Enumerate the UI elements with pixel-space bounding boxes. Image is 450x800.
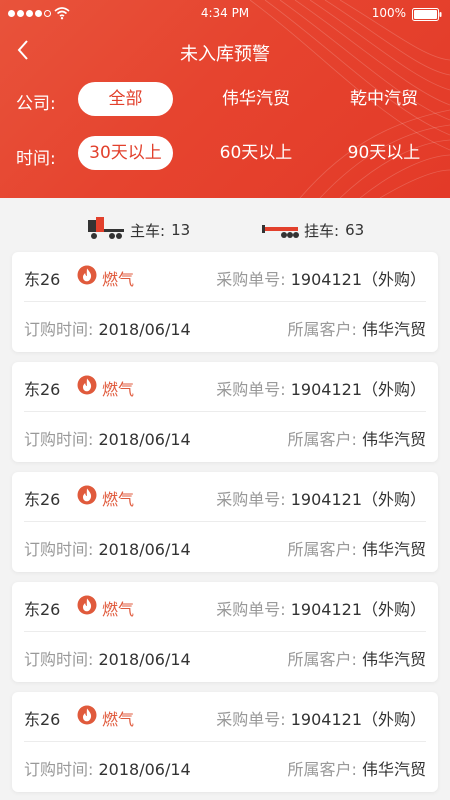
order-number: 1904121（外购） [290,270,426,289]
card-detail-row: 订购时间: 2018/06/14 所属客户: 伟华汽贸 [12,302,438,352]
warning-card[interactable]: 东26 燃气 采购单号: 1904121（外购） 订购时间: 2018/06/1… [12,582,438,682]
customer-label: 所属客户: [287,320,357,339]
order-number: 1904121（外购） [290,710,426,729]
flame-icon [77,265,97,285]
fuel-type: 燃气 [102,710,135,729]
fuel-type: 燃气 [102,600,135,619]
customer-info: 所属客户: 伟华汽贸 [287,316,426,340]
order-date-info: 订购时间: 2018/06/14 [24,426,191,450]
card-header-row: 东26 燃气 采购单号: 1904121（外购） [24,362,426,412]
company-option-all[interactable]: 全部 [78,82,173,116]
card-detail-row: 订购时间: 2018/06/14 所属客户: 伟华汽贸 [12,742,438,792]
order-info: 采购单号: 1904121（外购） [216,266,426,290]
card-header-row: 东26 燃气 采购单号: 1904121（外购） [24,692,426,742]
order-date-label: 订购时间: [24,540,94,559]
order-number: 1904121（外购） [290,380,426,399]
warning-card[interactable]: 东26 燃气 采购单号: 1904121（外购） 订购时间: 2018/06/1… [12,692,438,792]
vehicle-stats: 主车: 13 挂车: 63 [0,215,450,249]
customer-info: 所属客户: 伟华汽贸 [287,536,426,560]
order-label: 采购单号: [216,710,286,729]
page-title: 未入库预警 [180,44,270,65]
card-header-row: 东26 燃气 采购单号: 1904121（外购） [24,472,426,522]
company-filter-label: 公司: [16,94,56,114]
flame-icon [77,485,97,505]
order-date-label: 订购时间: [24,650,94,669]
customer-name: 伟华汽贸 [361,760,426,779]
order-info: 采购单号: 1904121（外购） [216,596,426,620]
main-truck-count: 13 [171,221,191,239]
company-option-weihua[interactable]: 伟华汽贸 [208,82,304,116]
trailer-label: 挂车: [304,221,340,240]
order-label: 采购单号: [216,270,286,289]
flame-icon [77,375,97,395]
truck-icon [88,217,124,239]
main-truck-label: 主车: [130,221,166,240]
flame-icon [77,705,97,725]
order-date-info: 订购时间: 2018/06/14 [24,316,191,340]
customer-name: 伟华汽贸 [361,320,426,339]
customer-label: 所属客户: [287,540,357,559]
order-info: 采购单号: 1904121（外购） [216,486,426,510]
time-option-90-days[interactable]: 90天以上 [336,136,432,170]
order-date-label: 订购时间: [24,430,94,449]
card-detail-row: 订购时间: 2018/06/14 所属客户: 伟华汽贸 [12,522,438,572]
main-truck-stat: 主车: 13 [86,217,190,243]
order-date-info: 订购时间: 2018/06/14 [24,756,191,780]
order-date: 2018/06/14 [98,540,191,559]
fuel-type: 燃气 [102,490,135,509]
order-label: 采购单号: [216,380,286,399]
time-filter-label: 时间: [16,149,56,169]
warning-card[interactable]: 东26 燃气 采购单号: 1904121（外购） 订购时间: 2018/06/1… [12,362,438,462]
company-option-qianzhong[interactable]: 乾中汽贸 [336,82,432,116]
order-date-label: 订购时间: [24,320,94,339]
order-date: 2018/06/14 [98,650,191,669]
time-option-30-days[interactable]: 30天以上 [78,136,173,170]
warning-card[interactable]: 东26 燃气 采购单号: 1904121（外购） 订购时间: 2018/06/1… [12,472,438,572]
customer-label: 所属客户: [287,650,357,669]
customer-label: 所属客户: [287,430,357,449]
fuel-type: 燃气 [102,270,135,289]
header: 4:34 PM 100% 未入库预警 公司: 全部 伟华汽贸 乾中汽贸 时间: … [0,0,450,198]
status-bar: 4:34 PM 100% [0,0,450,28]
route-code: 东26 [24,380,61,399]
route-code: 东26 [24,490,61,509]
order-number: 1904121（外购） [290,600,426,619]
order-info: 采购单号: 1904121（外购） [216,706,426,730]
order-date: 2018/06/14 [98,430,191,449]
battery-icon [412,8,442,21]
customer-info: 所属客户: 伟华汽贸 [287,646,426,670]
customer-info: 所属客户: 伟华汽贸 [287,426,426,450]
trailer-icon [262,225,299,238]
card-detail-row: 订购时间: 2018/06/14 所属客户: 伟华汽贸 [12,412,438,462]
route-code: 东26 [24,270,61,289]
route-code: 东26 [24,600,61,619]
card-header-row: 东26 燃气 采购单号: 1904121（外购） [24,582,426,632]
flame-icon [77,595,97,615]
order-date-info: 订购时间: 2018/06/14 [24,646,191,670]
order-number: 1904121（外购） [290,490,426,509]
customer-name: 伟华汽贸 [361,650,426,669]
order-date: 2018/06/14 [98,760,191,779]
time-option-60-days[interactable]: 60天以上 [208,136,304,170]
card-detail-row: 订购时间: 2018/06/14 所属客户: 伟华汽贸 [12,632,438,682]
route-code: 东26 [24,710,61,729]
order-date-info: 订购时间: 2018/06/14 [24,536,191,560]
fuel-type: 燃气 [102,380,135,399]
order-label: 采购单号: [216,490,286,509]
warning-card[interactable]: 东26 燃气 采购单号: 1904121（外购） 订购时间: 2018/06/1… [12,252,438,352]
customer-name: 伟华汽贸 [361,540,426,559]
customer-name: 伟华汽贸 [361,430,426,449]
customer-info: 所属客户: 伟华汽贸 [287,756,426,780]
trailer-stat: 挂车: 63 [260,217,364,243]
order-info: 采购单号: 1904121（外购） [216,376,426,400]
order-label: 采购单号: [216,600,286,619]
card-header-row: 东26 燃气 采购单号: 1904121（外购） [24,252,426,302]
battery-percent: 100% [371,6,406,20]
trailer-count: 63 [345,221,365,239]
customer-label: 所属客户: [287,760,357,779]
order-date: 2018/06/14 [98,320,191,339]
order-date-label: 订购时间: [24,760,94,779]
